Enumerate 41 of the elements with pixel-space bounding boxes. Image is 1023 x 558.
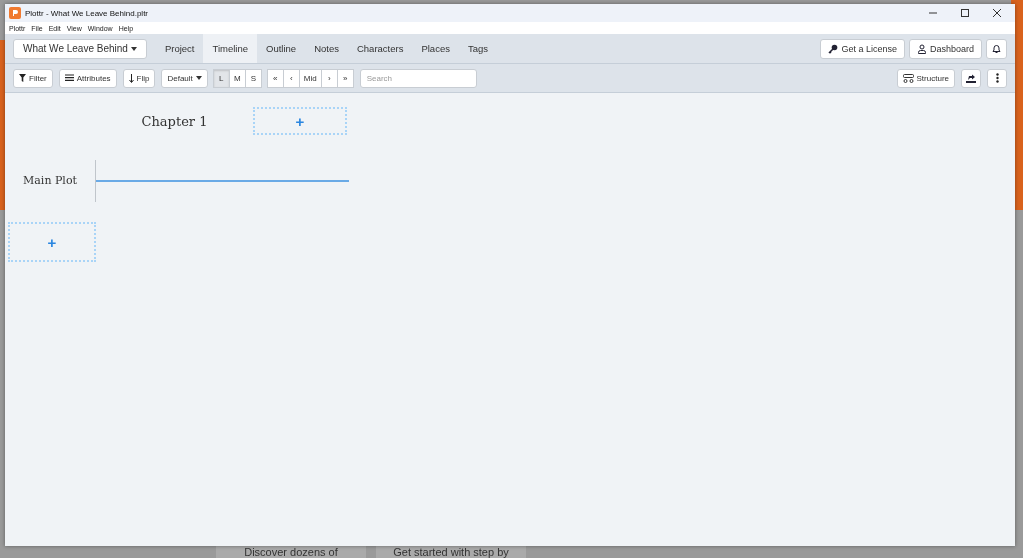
chapter-title: Chapter 1 xyxy=(140,113,209,129)
card-text: Discover dozens of xyxy=(244,546,338,558)
maximize-icon[interactable] xyxy=(960,8,970,18)
preset-dropdown[interactable]: Default xyxy=(161,68,208,88)
export-button[interactable] xyxy=(961,68,981,88)
notifications-button[interactable] xyxy=(986,38,1007,59)
structure-icon xyxy=(902,73,914,83)
structure-button[interactable]: Structure xyxy=(896,68,955,88)
app-logo-icon xyxy=(9,7,21,19)
plotline-title: Main Plot xyxy=(5,160,96,202)
attributes-button[interactable]: Attributes xyxy=(58,68,117,88)
filter-icon xyxy=(19,74,26,82)
project-dropdown[interactable]: What We Leave Behind xyxy=(13,38,147,59)
filter-button[interactable]: Filter xyxy=(13,68,53,88)
caret-icon xyxy=(195,76,202,80)
size-toggle[interactable]: L xyxy=(212,68,230,88)
tab[interactable]: Characters xyxy=(347,34,413,63)
card-text: Get started with step by xyxy=(393,546,509,558)
key-icon xyxy=(828,43,839,54)
tab[interactable]: Project xyxy=(155,34,204,63)
more-button[interactable] xyxy=(987,68,1007,88)
dashboard-button[interactable]: Dashboard xyxy=(908,38,982,59)
list-icon xyxy=(64,74,74,82)
tab[interactable]: Outline xyxy=(257,34,306,63)
license-button[interactable]: Get a License xyxy=(820,38,905,59)
down-arrow-icon xyxy=(128,73,134,83)
caret-icon xyxy=(130,46,137,51)
flip-button[interactable]: Flip xyxy=(122,68,156,88)
search-field[interactable]: Search xyxy=(359,68,477,88)
export-icon xyxy=(966,73,976,83)
user-icon xyxy=(916,43,927,54)
more-icon xyxy=(995,73,999,83)
navigation-button[interactable]: Mid xyxy=(298,68,322,88)
navigation-button[interactable]: « xyxy=(266,68,284,88)
bell-icon xyxy=(992,43,1001,54)
tab[interactable]: Timeline xyxy=(203,34,257,63)
tab[interactable]: Notes xyxy=(305,34,348,63)
tab[interactable]: Tags xyxy=(458,34,497,63)
window-title: Plottr - What We Leave Behind.pltr xyxy=(25,8,149,18)
tab[interactable]: Places xyxy=(412,34,459,63)
close-icon[interactable] xyxy=(992,8,1002,18)
